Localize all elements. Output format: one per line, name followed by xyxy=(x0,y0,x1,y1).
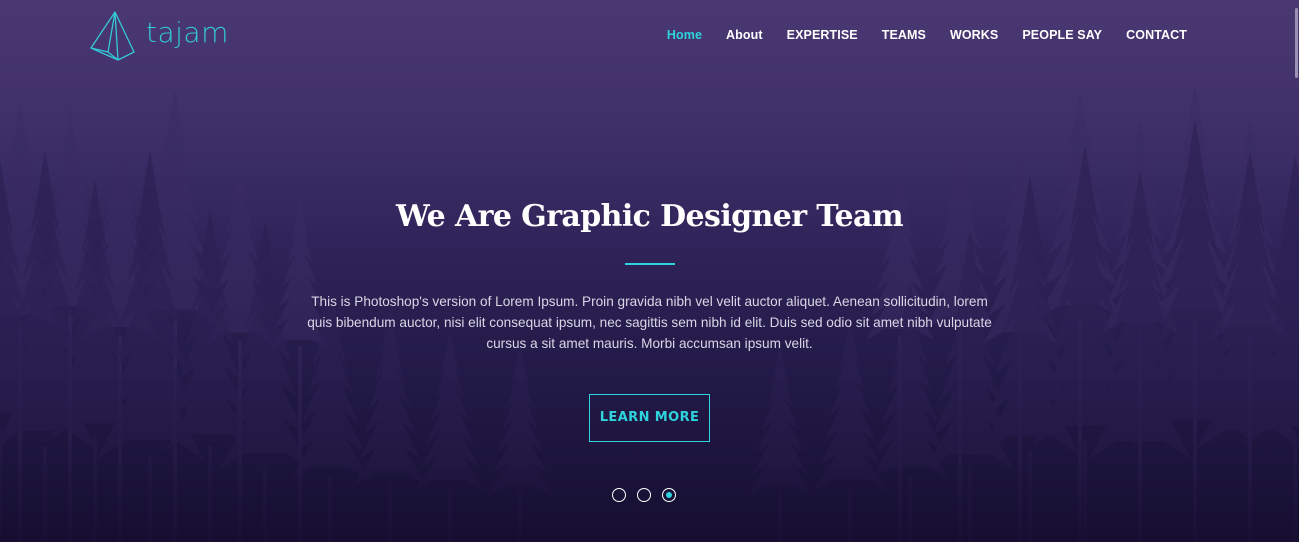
brand-name: tajam xyxy=(146,16,229,49)
hero-title: We Are Graphic Designer Team xyxy=(395,199,904,234)
hero-content: We Are Graphic Designer Team This is Pho… xyxy=(0,195,1299,442)
slider-pagination xyxy=(612,488,676,502)
slider-dot-3[interactable] xyxy=(662,488,676,502)
nav-item-expertise[interactable]: EXPERTISE xyxy=(787,28,858,42)
nav-item-teams[interactable]: TEAMS xyxy=(882,28,926,42)
nav-item-works[interactable]: WORKS xyxy=(950,28,998,42)
slider-dot-1[interactable] xyxy=(612,488,626,502)
paper-plane-pyramid-icon xyxy=(90,11,135,61)
main-nav: Home About EXPERTISE TEAMS WORKS PEOPLE … xyxy=(643,28,1187,42)
scrollbar-thumb[interactable] xyxy=(1295,8,1298,78)
learn-more-button[interactable]: LEARN MORE xyxy=(589,394,710,442)
nav-item-people-say[interactable]: PEOPLE SAY xyxy=(1022,28,1102,42)
title-divider xyxy=(624,263,675,265)
hero-description: This is Photoshop's version of Lorem Ips… xyxy=(307,294,992,351)
brand-logo[interactable]: tajam xyxy=(88,10,229,62)
nav-item-about[interactable]: About xyxy=(726,28,763,42)
top-navigation-bar: tajam Home About EXPERTISE TEAMS WORKS P… xyxy=(0,0,1299,72)
slider-dot-2[interactable] xyxy=(637,488,651,502)
hero-section: tajam Home About EXPERTISE TEAMS WORKS P… xyxy=(0,0,1299,542)
nav-item-contact[interactable]: CONTACT xyxy=(1126,28,1187,42)
scrollbar[interactable] xyxy=(1293,0,1299,542)
nav-item-home[interactable]: Home xyxy=(667,28,702,42)
